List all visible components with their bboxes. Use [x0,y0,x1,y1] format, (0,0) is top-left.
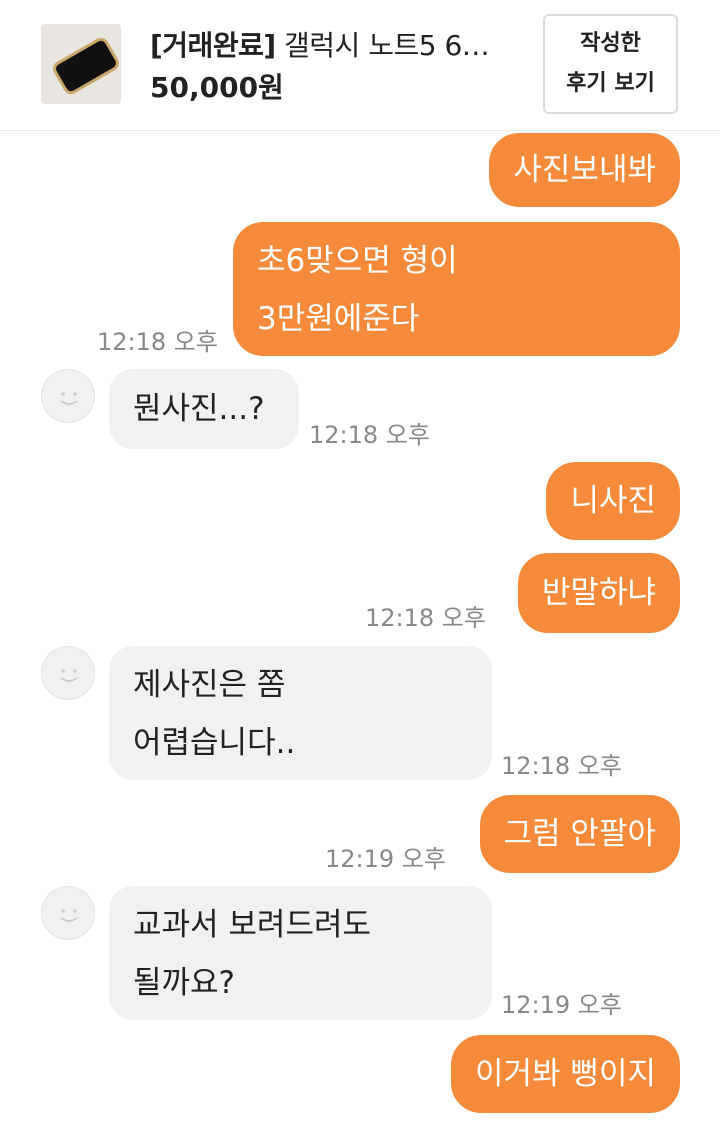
received-message-bubble: 뭔사진...? [109,369,299,449]
sent-message-bubble: 사진보내봐 [489,133,680,207]
sent-message-bubble: 이거봐 뻥이지 [451,1035,680,1113]
sent-message-bubble: 그럼 안팔아 [479,795,680,873]
review-button-line2: 후기 보기 [566,71,655,96]
message-time: 12:18 오후 [97,328,218,356]
message-time: 12:19 오후 [501,991,622,1019]
sent-message-bubble: 니사진 [546,462,680,540]
message-line: 어렵습니다.. [133,725,296,761]
message-time: 12:19 오후 [325,845,446,873]
message-line: 초6맞으면 형이 [257,243,458,279]
message-time: 12:18 오후 [501,752,622,780]
message-line: 제사진은 쫌 [133,667,286,703]
message-text: 뭔사진...? [133,391,265,427]
message-text: 니사진 [570,483,656,519]
product-status: [거래완료] [150,29,276,62]
received-message-bubble: 교과서 보려드려도될까요? [109,886,492,1020]
avatar-icon[interactable] [41,886,95,940]
message-text: 이거봐 뻥이지 [475,1056,656,1092]
message-time: 12:18 오후 [309,421,430,449]
product-name: 갤럭시 노트5 6… [275,29,490,62]
message-text: 그럼 안팔아 [503,816,656,852]
view-review-button[interactable]: 작성한 후기 보기 [543,14,678,114]
message-text: 반말하냐 [541,575,656,611]
message-text: 사진보내봐 [513,152,656,188]
sent-message-bubble: 초6맞으면 형이 3만원에준다 [233,222,680,356]
sent-message-bubble: 반말하냐 [517,553,680,633]
product-thumbnail[interactable] [41,24,121,104]
message-line: 교과서 보려드려도 [133,907,372,943]
message-line: 3만원에준다 [257,301,420,337]
product-price: 50,000원 [150,71,284,104]
avatar-icon[interactable] [41,646,95,700]
phone-image-icon [50,34,121,98]
message-time: 12:18 오후 [365,604,486,632]
avatar-icon[interactable] [41,369,95,423]
received-message-bubble: 제사진은 쫌어렵습니다.. [109,646,492,780]
product-header: [거래완료] 갤럭시 노트5 6… 50,000원 작성한 후기 보기 [0,0,720,131]
review-button-line1: 작성한 [580,31,641,56]
message-line: 될까요? [133,965,236,1001]
product-title[interactable]: [거래완료] 갤럭시 노트5 6… [150,24,510,64]
